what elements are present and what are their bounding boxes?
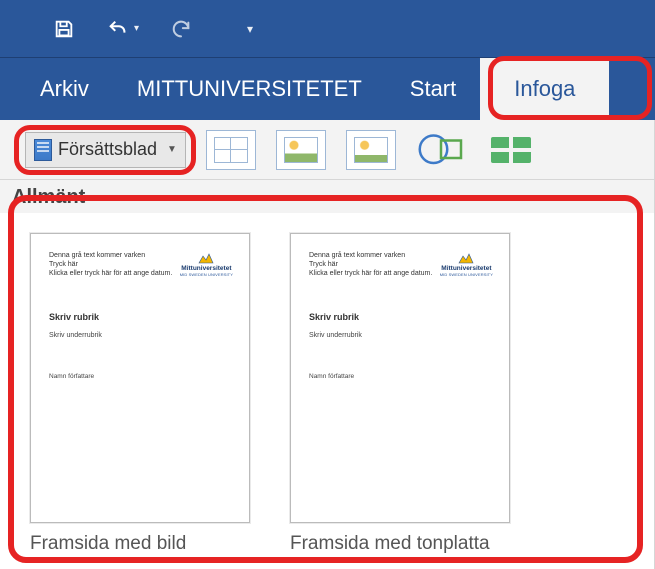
ribbon-table-button[interactable] <box>206 130 256 170</box>
tab-label: MITTUNIVERSITETET <box>137 76 362 102</box>
save-icon <box>53 18 75 40</box>
undo-dropdown-caret-icon[interactable]: ▾ <box>134 23 139 34</box>
ribbon-insert: Försättsblad ▼ <box>0 120 655 180</box>
redo-icon <box>170 18 192 40</box>
mountain-logo-icon <box>197 252 215 264</box>
redo-button[interactable] <box>167 15 195 43</box>
thumb-logo: Mittuniversitetet MID SWEDEN UNIVERSITY <box>180 252 233 277</box>
gallery-heading: Allmänt <box>0 180 655 213</box>
cover-page-icon <box>34 139 52 161</box>
thumb-logo: Mittuniversitetet MID SWEDEN UNIVERSITY <box>440 252 493 277</box>
thumb-logo-sub: MID SWEDEN UNIVERSITY <box>180 272 233 277</box>
caret-down-icon: ▾ <box>247 22 253 36</box>
tab-start[interactable]: Start <box>386 58 480 120</box>
gallery-item-framsida-med-tonplatta[interactable]: Denna grå text kommer varken Tryck här K… <box>290 233 510 555</box>
thumb-footer: Namn författare <box>49 373 231 380</box>
cover-page-thumbnail: Denna grå text kommer varken Tryck här K… <box>290 233 510 523</box>
tab-label: Arkiv <box>40 76 89 102</box>
ribbon-online-picture-button[interactable] <box>346 130 396 170</box>
forsattsblad-button[interactable]: Försättsblad ▼ <box>25 132 186 168</box>
gallery-item-label: Framsida med tonplatta <box>290 533 510 555</box>
ribbon-shapes-button[interactable] <box>416 130 466 170</box>
table-icon <box>214 137 248 163</box>
shapes-icon <box>416 128 466 171</box>
tab-label: Start <box>410 76 456 102</box>
mountain-logo-icon <box>457 252 475 264</box>
picture-icon <box>354 137 388 163</box>
tab-label: Infoga <box>514 76 575 102</box>
thumb-logo-text: Mittuniversitetet <box>440 265 493 272</box>
title-bar: ▾ ▾ <box>0 0 655 58</box>
thumb-footer: Namn författare <box>309 373 491 380</box>
tab-infoga[interactable]: Infoga <box>480 58 609 120</box>
ribbon-picture-button[interactable] <box>276 130 326 170</box>
undo-button[interactable]: ▾ <box>106 18 139 40</box>
undo-icon <box>106 18 130 40</box>
forsattsblad-label: Försättsblad <box>58 139 157 160</box>
tab-arkiv[interactable]: Arkiv <box>0 58 113 120</box>
thumb-logo-text: Mittuniversitetet <box>180 265 233 272</box>
thumb-subtitle: Skriv underrubrik <box>49 332 231 339</box>
ribbon-smartart-button[interactable] <box>486 130 536 170</box>
thumb-title: Skriv rubrik <box>49 312 231 322</box>
cover-page-gallery: Denna grå text kommer varken Tryck här K… <box>0 213 655 565</box>
tab-mittuniversitetet[interactable]: MITTUNIVERSITETET <box>113 58 386 120</box>
thumb-title: Skriv rubrik <box>309 312 491 322</box>
picture-icon <box>284 137 318 163</box>
save-button[interactable] <box>50 15 78 43</box>
gallery-item-label: Framsida med bild <box>30 533 250 555</box>
cover-page-thumbnail: Denna grå text kommer varken Tryck här K… <box>30 233 250 523</box>
customize-qat-button[interactable]: ▾ <box>235 15 263 43</box>
dropdown-caret-icon: ▼ <box>167 144 177 155</box>
ribbon-tab-bar: Arkiv MITTUNIVERSITETET Start Infoga <box>0 58 655 120</box>
smartart-icon <box>491 137 531 163</box>
thumb-subtitle: Skriv underrubrik <box>309 332 491 339</box>
gallery-item-framsida-med-bild[interactable]: Denna grå text kommer varken Tryck här K… <box>30 233 250 555</box>
thumb-logo-sub: MID SWEDEN UNIVERSITY <box>440 272 493 277</box>
